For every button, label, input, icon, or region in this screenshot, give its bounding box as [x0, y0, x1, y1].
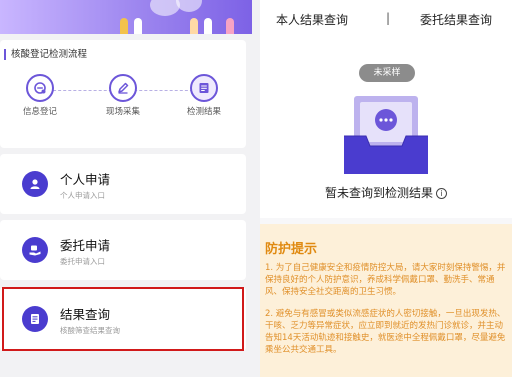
menu-delegate-apply[interactable]: 委托申请 委托申请入口	[0, 220, 246, 280]
tab-self-result[interactable]: 本人结果查询	[276, 11, 348, 28]
menu-personal-apply[interactable]: 个人申请 个人申请入口	[0, 154, 246, 214]
protection-tips: 防护提示 1. 为了自己健康安全和疫情防控大局，请大家时刻保持警惕，并保持良好的…	[260, 224, 512, 377]
status-badge: 未采样	[359, 64, 415, 82]
top-banner-image	[0, 0, 252, 34]
right-panel: 本人结果查询 | 委托结果查询 未采样 暂未查询到检测结果 i 防护提示 1. 为…	[260, 0, 512, 377]
info-icon[interactable]: i	[436, 188, 447, 199]
delegate-hand-icon	[22, 237, 48, 263]
menu-subtitle: 委托申请入口	[60, 257, 105, 266]
tips-title: 防护提示	[265, 242, 318, 257]
tips-paragraph-2: 2. 避免与有感冒或类似流感症状的人密切接触，一旦出现发热、干咳、乏力等异常症状…	[265, 309, 506, 355]
step-info-register: 信息登记	[10, 74, 70, 117]
process-title: 核酸登记检测流程	[4, 49, 87, 60]
menu-title: 个人申请	[60, 172, 111, 187]
info-register-icon	[26, 74, 54, 102]
tab-delegate-result[interactable]: 委托结果查询	[420, 11, 492, 28]
tab-separator: |	[386, 11, 391, 25]
pen-collect-icon	[109, 74, 137, 102]
person-icon	[22, 171, 48, 197]
result-doc-icon	[190, 74, 218, 102]
step-result: 检测结果	[174, 74, 234, 117]
selection-highlight-box	[2, 287, 244, 351]
tips-paragraph-1: 1. 为了自己健康安全和疫情防控大局，请大家时刻保持警惕，并保持良好的个人防护意…	[265, 263, 506, 297]
process-card: 核酸登记检测流程 信息登记 现场采集 检测结果	[0, 40, 246, 148]
menu-subtitle: 个人申请入口	[60, 191, 105, 200]
result-tabs: 本人结果查询 | 委托结果查询	[260, 0, 512, 36]
result-area: 未采样 暂未查询到检测结果 i	[260, 36, 512, 218]
menu-title: 委托申请	[60, 238, 111, 253]
step-collect: 现场采集	[93, 74, 153, 117]
left-panel: 核酸登记检测流程 信息登记 现场采集 检测结果 个人申请 个人申请入口 委托申请…	[0, 0, 252, 377]
empty-result-illustration-icon	[344, 96, 428, 174]
empty-result-text: 暂未查询到检测结果 i	[260, 184, 512, 201]
